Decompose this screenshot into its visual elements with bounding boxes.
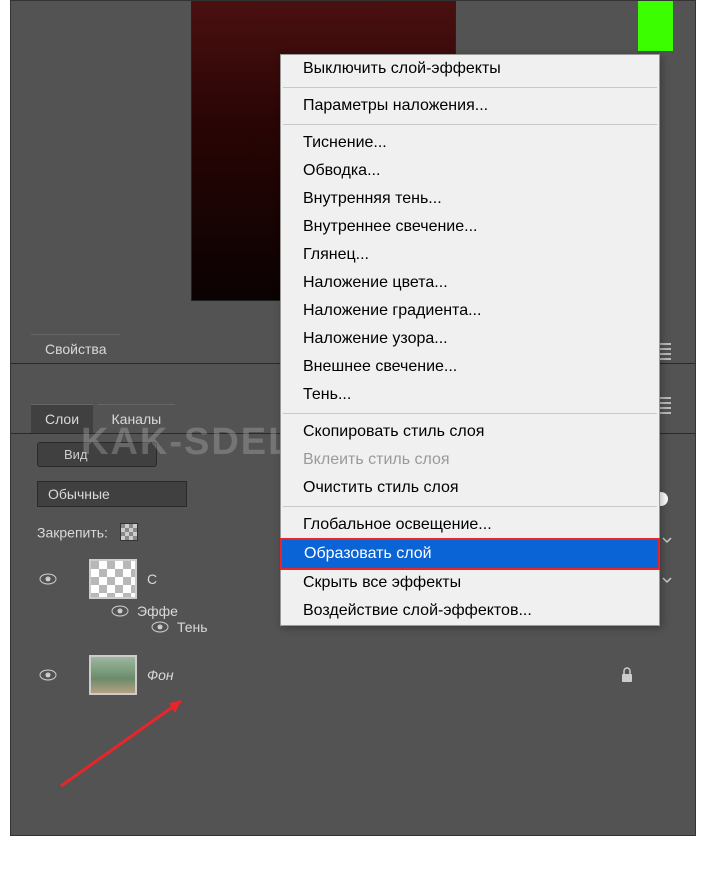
menu-separator bbox=[283, 413, 657, 414]
visibility-icon[interactable] bbox=[111, 605, 129, 617]
shadow-effect-label: Тень bbox=[177, 619, 208, 635]
menu-hide-all-effects[interactable]: Скрыть все эффекты bbox=[281, 569, 659, 597]
layer-filter[interactable]: Вид bbox=[37, 442, 157, 467]
chevron-down-icon bbox=[661, 534, 673, 546]
menu-stroke[interactable]: Обводка... bbox=[281, 157, 659, 185]
context-menu: Выключить слой-эффекты Параметры наложен… bbox=[280, 54, 660, 626]
menu-create-layer[interactable]: Образовать слой bbox=[280, 538, 660, 570]
layer-thumbnail[interactable] bbox=[89, 559, 137, 599]
menu-clear-style[interactable]: Очистить стиль слоя bbox=[281, 474, 659, 502]
tab-properties[interactable]: Свойства bbox=[31, 334, 120, 363]
tab-channels[interactable]: Каналы bbox=[98, 404, 176, 433]
menu-bevel[interactable]: Тиснение... bbox=[281, 129, 659, 157]
menu-disable-effects[interactable]: Выключить слой-эффекты bbox=[281, 55, 659, 83]
menu-color-overlay[interactable]: Наложение цвета... bbox=[281, 269, 659, 297]
layer-thumbnail[interactable] bbox=[89, 655, 137, 695]
effects-label: Эффе bbox=[137, 603, 178, 619]
lock-label: Закрепить: bbox=[37, 524, 108, 540]
visibility-icon[interactable] bbox=[39, 573, 57, 585]
menu-global-light[interactable]: Глобальное освещение... bbox=[281, 511, 659, 539]
menu-blending-options[interactable]: Параметры наложения... bbox=[281, 92, 659, 120]
layer-search-input[interactable]: Вид bbox=[37, 442, 157, 467]
visibility-icon[interactable] bbox=[39, 669, 57, 681]
layer-item-background[interactable]: Фон bbox=[89, 651, 669, 699]
menu-drop-shadow[interactable]: Тень... bbox=[281, 381, 659, 409]
blend-mode-dropdown[interactable]: Обычные bbox=[37, 481, 187, 507]
layer-name[interactable]: С bbox=[147, 571, 157, 587]
menu-gradient-overlay[interactable]: Наложение градиента... bbox=[281, 297, 659, 325]
menu-pattern-overlay[interactable]: Наложение узора... bbox=[281, 325, 659, 353]
visibility-icon[interactable] bbox=[151, 621, 169, 633]
menu-copy-style[interactable]: Скопировать стиль слоя bbox=[281, 418, 659, 446]
menu-satin[interactable]: Глянец... bbox=[281, 241, 659, 269]
menu-scale-effects[interactable]: Воздействие слой-эффектов... bbox=[281, 597, 659, 625]
menu-separator bbox=[283, 87, 657, 88]
menu-inner-shadow[interactable]: Внутренняя тень... bbox=[281, 185, 659, 213]
tab-layers[interactable]: Слои bbox=[31, 404, 93, 433]
layer-name[interactable]: Фон bbox=[147, 667, 174, 683]
menu-separator bbox=[283, 124, 657, 125]
menu-paste-style: Вклеить стиль слоя bbox=[281, 446, 659, 474]
lock-transparency-icon[interactable] bbox=[120, 523, 138, 541]
lock-icon bbox=[620, 667, 634, 683]
color-indicator bbox=[638, 1, 673, 51]
menu-inner-glow[interactable]: Внутреннее свечение... bbox=[281, 213, 659, 241]
menu-separator bbox=[283, 506, 657, 507]
menu-outer-glow[interactable]: Внешнее свечение... bbox=[281, 353, 659, 381]
